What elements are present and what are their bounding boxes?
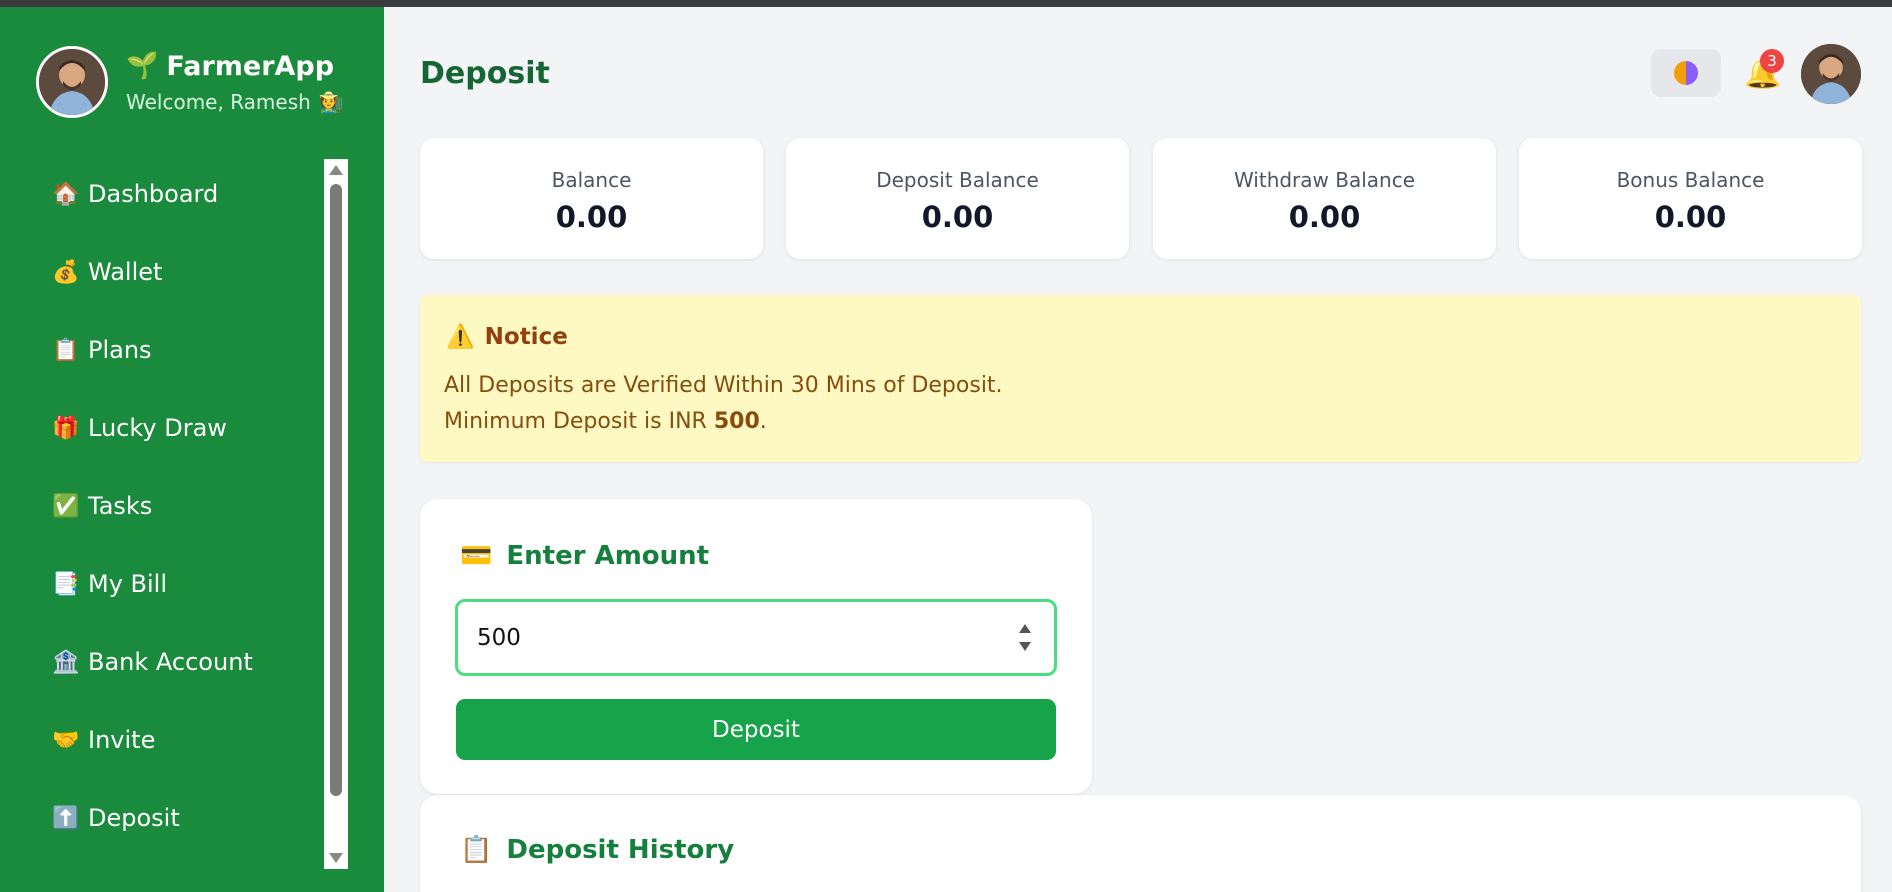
decrement-arrow-icon[interactable] <box>1019 642 1031 651</box>
deposit-history-panel: 📋 Deposit History <box>420 795 1861 892</box>
header-avatar[interactable] <box>1801 44 1861 104</box>
bonus-balance-card: Bonus Balance 0.00 <box>1519 138 1862 259</box>
sidebar-item-label: Wallet <box>88 258 163 286</box>
scroll-down-arrow-icon[interactable] <box>329 853 343 863</box>
welcome-text: Welcome, Ramesh 🧑‍🌾 <box>126 90 344 114</box>
page-title: Deposit <box>420 56 550 91</box>
sidebar: 🌱 FarmerApp Welcome, Ramesh 🧑‍🌾 🏠 Dashbo… <box>0 7 384 892</box>
deposit-form-panel: 💳 Enter Amount Deposit <box>420 499 1092 794</box>
sidebar-item-label: Dashboard <box>88 180 219 208</box>
sidebar-item-label: Plans <box>88 336 152 364</box>
clipboard-icon: 📋 <box>52 337 80 363</box>
check-icon: ✅ <box>52 493 80 519</box>
home-icon: 🏠 <box>52 181 80 207</box>
sidebar-item-label: Bank Account <box>88 648 253 676</box>
card-label: Withdraw Balance <box>1233 168 1416 192</box>
minimum-amount: 500 <box>713 409 760 434</box>
amount-input[interactable] <box>455 599 1057 676</box>
sprout-icon: 🌱 <box>126 51 159 81</box>
balance-card: Balance 0.00 <box>420 138 763 259</box>
avatar-image <box>39 49 105 115</box>
sidebar-nav: 🏠 Dashboard 💰 Wallet 📋 Plans 🎁 Lucky Dra… <box>0 152 320 862</box>
notice-title: ⚠️ Notice <box>446 323 568 351</box>
notification-badge: 3 <box>1760 49 1784 73</box>
sidebar-item-lucky-draw[interactable]: 🎁 Lucky Draw <box>52 408 227 448</box>
notice-line-2: Minimum Deposit is INR 500. <box>444 409 767 434</box>
sidebar-item-deposit[interactable]: ⬆️ Deposit <box>52 798 180 838</box>
card-value: 0.00 <box>1654 200 1727 234</box>
avatar-image <box>1801 44 1861 104</box>
notice-line-1: All Deposits are Verified Within 30 Mins… <box>444 373 1003 398</box>
sidebar-item-plans[interactable]: 📋 Plans <box>52 330 152 370</box>
brand-block: 🌱 FarmerApp Welcome, Ramesh 🧑‍🌾 <box>36 45 344 119</box>
window-top-strip <box>0 0 1892 7</box>
sidebar-item-dashboard[interactable]: 🏠 Dashboard <box>52 174 218 214</box>
deposit-button[interactable]: Deposit <box>456 699 1056 760</box>
credit-card-icon: 💳 <box>460 541 493 571</box>
card-label: Bonus Balance <box>1616 168 1765 192</box>
card-value: 0.00 <box>921 200 994 234</box>
sidebar-item-label: Tasks <box>88 492 153 520</box>
money-bag-icon: 💰 <box>52 259 80 285</box>
sidebar-item-label: Deposit <box>88 804 180 832</box>
user-avatar[interactable] <box>36 46 108 118</box>
card-label: Balance <box>551 168 632 192</box>
sidebar-item-my-bill[interactable]: 📑 My Bill <box>52 564 167 604</box>
scroll-thumb[interactable] <box>330 184 342 796</box>
sidebar-item-tasks[interactable]: ✅ Tasks <box>52 486 152 526</box>
notice-box: ⚠️ Notice All Deposits are Verified With… <box>420 295 1861 462</box>
up-arrow-icon: ⬆️ <box>52 805 80 831</box>
clipboard-icon: 📋 <box>460 835 493 865</box>
enter-amount-label: Enter Amount <box>506 541 710 571</box>
card-value: 0.00 <box>1288 200 1361 234</box>
sidebar-item-label: My Bill <box>88 570 168 598</box>
app-name-label: FarmerApp <box>166 50 335 82</box>
farmer-icon: 🧑‍🌾 <box>318 89 344 114</box>
sidebar-item-wallet[interactable]: 💰 Wallet <box>52 252 162 292</box>
app-name: 🌱 FarmerApp <box>126 51 344 82</box>
theme-icon <box>1674 61 1698 85</box>
bank-icon: 🏦 <box>52 649 80 675</box>
notice-line-2-prefix: Minimum Deposit is INR <box>444 409 714 434</box>
sidebar-item-label: Lucky Draw <box>88 414 227 442</box>
enter-amount-heading: 💳 Enter Amount <box>460 541 709 571</box>
sidebar-item-label: Invite <box>88 726 156 754</box>
welcome-label: Welcome, Ramesh <box>126 89 311 114</box>
scroll-up-arrow-icon[interactable] <box>329 165 343 175</box>
sidebar-scrollbar[interactable] <box>324 159 348 869</box>
amount-stepper[interactable] <box>1017 622 1035 656</box>
gift-icon: 🎁 <box>52 415 80 441</box>
theme-toggle-button[interactable] <box>1651 49 1721 97</box>
warning-icon: ⚠️ <box>446 324 475 350</box>
deposit-balance-card: Deposit Balance 0.00 <box>786 138 1129 259</box>
sidebar-item-bank-account[interactable]: 🏦 Bank Account <box>52 642 253 682</box>
sidebar-item-invite[interactable]: 🤝 Invite <box>52 720 155 760</box>
increment-arrow-icon[interactable] <box>1019 624 1031 633</box>
deposit-history-heading: 📋 Deposit History <box>460 835 734 865</box>
withdraw-balance-card: Withdraw Balance 0.00 <box>1153 138 1496 259</box>
bill-icon: 📑 <box>52 571 80 597</box>
card-label: Deposit Balance <box>876 168 1039 192</box>
notice-title-label: Notice <box>484 323 568 350</box>
card-value: 0.00 <box>555 200 628 234</box>
notice-line-2-suffix: . <box>759 409 767 434</box>
handshake-icon: 🤝 <box>52 727 80 753</box>
deposit-history-label: Deposit History <box>506 835 735 865</box>
